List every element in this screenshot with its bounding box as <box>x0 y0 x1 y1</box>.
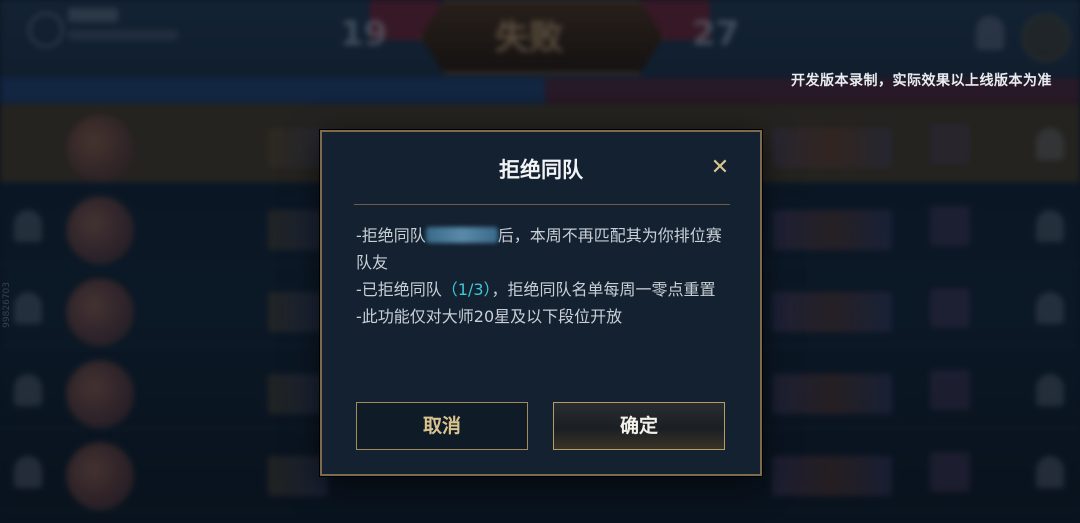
confirm-button[interactable]: 确定 <box>553 402 725 450</box>
reject-teammate-dialog: 拒绝同队 ✕ -拒绝同队 后，本周不再匹配其为你排位赛队友 -已拒绝同队（1/3）… <box>320 130 762 476</box>
reject-count: （1/3） <box>441 280 492 299</box>
rule-line-2-suffix: ，拒绝同队名单每周一零点重置 <box>491 280 716 299</box>
teammate-name-blurred <box>425 227 498 243</box>
rule-line-2-prefix: -已拒绝同队 <box>356 280 442 299</box>
rule-line-1: -拒绝同队 后，本周不再匹配其为你排位赛队友 <box>356 222 730 276</box>
rule-line-3: -此功能仅对大师20星及以下段位开放 <box>356 307 623 326</box>
dev-version-notice: 开发版本录制，实际效果以上线版本为准 <box>791 73 1052 89</box>
close-icon[interactable]: ✕ <box>708 156 732 180</box>
title-divider <box>354 204 730 205</box>
rule-line-1-prefix: -拒绝同队 <box>356 226 426 245</box>
cancel-button[interactable]: 取消 <box>356 402 528 450</box>
rule-line-2: -已拒绝同队（1/3），拒绝同队名单每周一零点重置 <box>356 276 730 303</box>
dialog-body: -拒绝同队 后，本周不再匹配其为你排位赛队友 -已拒绝同队（1/3），拒绝同队名单… <box>356 222 730 330</box>
dialog-title: 拒绝同队 <box>499 158 583 182</box>
